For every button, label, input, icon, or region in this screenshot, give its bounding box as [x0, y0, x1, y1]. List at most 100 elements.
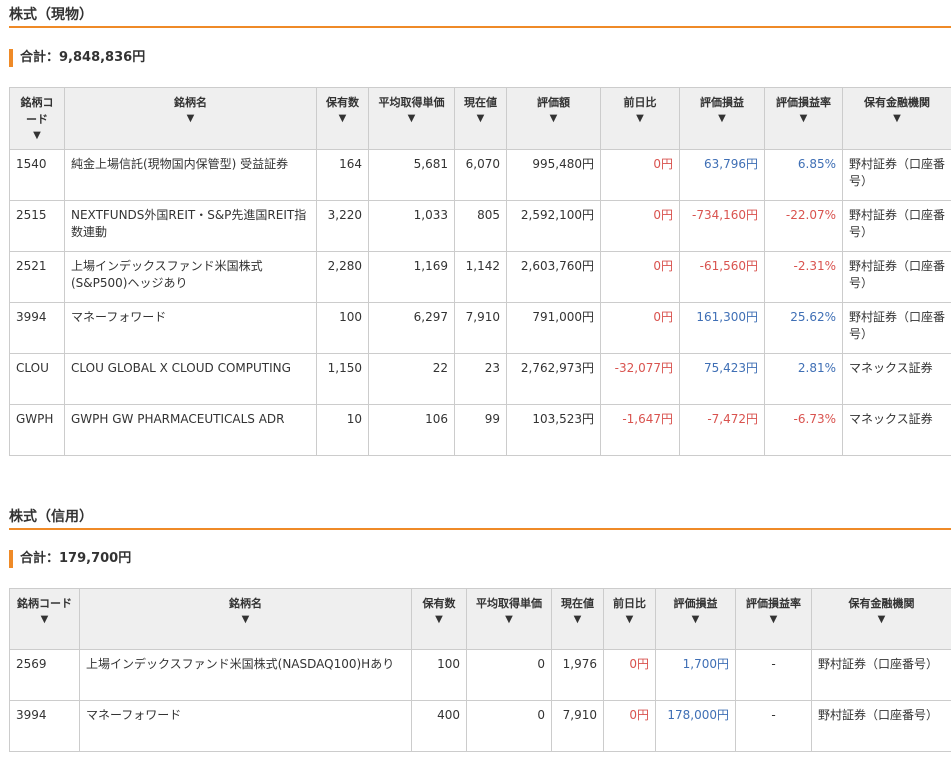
column-header[interactable]: 前日比 ▼ [603, 588, 656, 650]
cell-price: 99 [454, 404, 507, 456]
cell-day-change: 0円 [600, 200, 680, 252]
sort-down-icon[interactable]: ▼ [86, 613, 405, 627]
sort-down-icon[interactable]: ▼ [849, 112, 945, 126]
cell-profit-loss-rate: 6.85% [764, 149, 843, 201]
column-header[interactable]: 銘柄コード ▼ [9, 588, 80, 650]
column-header[interactable]: 評価損益率 ▼ [764, 87, 843, 150]
column-header[interactable]: 保有金融機関 ▼ [842, 87, 951, 150]
cell-price: 7,910 [454, 302, 507, 354]
table-row: GWPH GWPH GW PHARMACEUTICALS ADR 10 106 99 10… [9, 404, 951, 456]
section-title-margin: 株式（信用） [9, 506, 951, 530]
cell-name: GWPH GW PHARMACEUTICALS ADR [64, 404, 317, 456]
cell-profit-loss-rate: -22.07% [764, 200, 843, 252]
sort-down-icon[interactable]: ▼ [607, 112, 673, 126]
cash-holdings-table: 銘柄コード ▼ 銘柄名 ▼ 保有数 ▼ 平均取得単価 ▼ 現在値 ▼ 評価額 ▼ 前日比 ▼ 評価損益 ▼ 評価… [9, 87, 951, 456]
cell-name: マネーフォワード [79, 700, 412, 752]
cell-profit-loss: 178,000円 [655, 700, 736, 752]
column-header[interactable]: 銘柄名 ▼ [64, 87, 317, 150]
cell-code: 1540 [9, 149, 65, 201]
column-header[interactable]: 評価額 ▼ [506, 87, 601, 150]
cash-total: 合計：9,848,836円 [9, 49, 145, 67]
cell-avg-cost: 5,681 [368, 149, 455, 201]
cell-name: 上場インデックスファンド米国株式(NASDAQ100)Hあり [79, 649, 412, 701]
column-header-label: 評価損益率 [746, 597, 801, 610]
column-header-label: 銘柄コード [17, 597, 72, 610]
sort-down-icon[interactable]: ▼ [473, 613, 545, 627]
cell-profit-loss: 75,423円 [679, 353, 765, 405]
column-header[interactable]: 平均取得単価 ▼ [368, 87, 455, 150]
cell-avg-cost: 22 [368, 353, 455, 405]
column-header[interactable]: 保有数 ▼ [316, 87, 369, 150]
sort-down-icon[interactable]: ▼ [375, 112, 448, 126]
sort-down-icon[interactable]: ▼ [513, 112, 594, 126]
sort-down-icon[interactable]: ▼ [71, 112, 310, 126]
cell-code: 2569 [9, 649, 80, 701]
cell-profit-loss: -734,160円 [679, 200, 765, 252]
column-header[interactable]: 評価損益 ▼ [655, 588, 736, 650]
column-header[interactable]: 評価損益 ▼ [679, 87, 765, 150]
column-header-label: 評価損益 [673, 597, 718, 610]
cell-value: 995,480円 [506, 149, 601, 201]
column-header[interactable]: 現在値 ▼ [454, 87, 507, 150]
column-header[interactable]: 前日比 ▼ [600, 87, 680, 150]
column-header-label: 評価損益 [700, 96, 744, 109]
table-row: 2515 NEXTFUNDS外国REIT・S&P先進国REIT指数連動 3,220 1… [9, 200, 951, 252]
cell-quantity: 400 [411, 700, 467, 752]
sort-down-icon[interactable]: ▼ [558, 613, 597, 627]
margin-holdings-table: 銘柄コード ▼ 銘柄名 ▼ 保有数 ▼ 平均取得単価 ▼ 現在値 ▼ 前日比 ▼ 評価損益 ▼ 評価損益率 ▼… [9, 588, 951, 752]
column-header-label: 平均取得単価 [476, 597, 542, 610]
sort-down-icon[interactable]: ▼ [418, 613, 460, 627]
cell-day-change: 0円 [600, 149, 680, 201]
column-header-label: 銘柄名 [229, 597, 262, 610]
cell-avg-cost: 0 [466, 700, 552, 752]
column-header-label: 保有金融機関 [864, 96, 930, 109]
sort-down-icon[interactable]: ▼ [742, 613, 805, 627]
column-header[interactable]: 現在値 ▼ [551, 588, 604, 650]
column-header-label: 銘柄名 [174, 96, 207, 109]
table-row: 2569 上場インデックスファンド米国株式(NASDAQ100)Hあり 100 0 1,… [9, 649, 951, 701]
cell-price: 6,070 [454, 149, 507, 201]
cell-profit-loss-rate: - [735, 649, 812, 701]
cell-price: 1,976 [551, 649, 604, 701]
cell-value: 2,762,973円 [506, 353, 601, 405]
cell-profit-loss-rate: 25.62% [764, 302, 843, 354]
cell-quantity: 3,220 [316, 200, 369, 252]
cell-day-change: -32,077円 [600, 353, 680, 405]
column-header[interactable]: 保有金融機関 ▼ [811, 588, 951, 650]
column-header-label: 平均取得単価 [378, 96, 445, 109]
cell-code: GWPH [9, 404, 65, 456]
column-header[interactable]: 評価損益率 ▼ [735, 588, 812, 650]
column-header-label: 保有数 [326, 96, 359, 109]
margin-header-row: 銘柄コード ▼ 銘柄名 ▼ 保有数 ▼ 平均取得単価 ▼ 現在値 ▼ 前日比 ▼ 評価損益 ▼ 評価損益率 ▼… [9, 588, 951, 650]
sort-down-icon[interactable]: ▼ [461, 112, 500, 126]
column-header[interactable]: 保有数 ▼ [411, 588, 467, 650]
sort-down-icon[interactable]: ▼ [818, 613, 945, 627]
cell-quantity: 1,150 [316, 353, 369, 405]
cell-day-change: -1,647円 [600, 404, 680, 456]
table-row: 3994 マネーフォワード 100 6,297 7,910 791,000円 0円 161,3… [9, 302, 951, 354]
sort-down-icon[interactable]: ▼ [662, 613, 729, 627]
cell-value: 2,603,760円 [506, 251, 601, 303]
sort-down-icon[interactable]: ▼ [323, 112, 362, 126]
cell-profit-loss: -61,560円 [679, 251, 765, 303]
cell-code: CLOU [9, 353, 65, 405]
sort-down-icon[interactable]: ▼ [16, 613, 73, 627]
cell-day-change: 0円 [600, 302, 680, 354]
column-header[interactable]: 銘柄名 ▼ [79, 588, 412, 650]
cell-price: 1,142 [454, 251, 507, 303]
cell-name: NEXTFUNDS外国REIT・S&P先進国REIT指数連動 [64, 200, 317, 252]
cell-avg-cost: 0 [466, 649, 552, 701]
cell-profit-loss-rate: - [735, 700, 812, 752]
column-header-label: 前日比 [613, 597, 646, 610]
cell-price: 805 [454, 200, 507, 252]
sort-down-icon[interactable]: ▼ [771, 112, 836, 126]
column-header[interactable]: 銘柄コード ▼ [9, 87, 65, 150]
column-header[interactable]: 平均取得単価 ▼ [466, 588, 552, 650]
sort-down-icon[interactable]: ▼ [686, 112, 758, 126]
cell-profit-loss-rate: 2.81% [764, 353, 843, 405]
cell-profit-loss-rate: -2.31% [764, 251, 843, 303]
sort-down-icon[interactable]: ▼ [610, 613, 649, 627]
sort-down-icon[interactable]: ▼ [16, 129, 58, 143]
column-header-label: 評価額 [537, 96, 570, 109]
cell-value: 2,592,100円 [506, 200, 601, 252]
